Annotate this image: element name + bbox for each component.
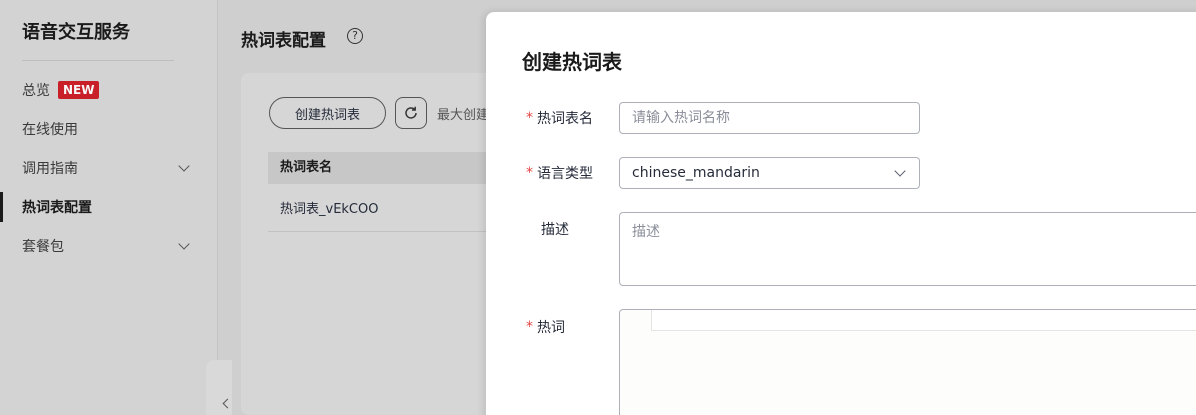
language-select-value: chinese_mandarin [632, 165, 760, 181]
chevron-down-icon [894, 165, 906, 177]
service-title: 语音交互服务 [22, 22, 130, 43]
required-mark: * [526, 165, 533, 181]
new-badge: NEW [58, 81, 100, 99]
words-label: * 热词 [526, 317, 565, 337]
description-textarea[interactable]: 描述 [619, 212, 1196, 286]
sidebar: 语音交互服务 总览 NEW 在线使用 调用指南 热词表配置 套餐包 [0, 0, 218, 415]
create-hotword-button[interactable]: 创建热词表 [269, 97, 386, 129]
sidebar-item-hotword-config[interactable]: 热词表配置 [22, 192, 218, 222]
required-mark: * [526, 319, 533, 335]
hotword-editor[interactable] [619, 309, 1196, 415]
chevron-down-icon [178, 160, 190, 172]
chevron-down-icon [178, 238, 190, 250]
name-label: * 热词表名 [526, 108, 593, 128]
help-icon[interactable]: ? [347, 28, 363, 44]
sidebar-item-guide[interactable]: 调用指南 [22, 153, 218, 183]
refresh-button[interactable] [395, 97, 427, 129]
lang-label-text: 语言类型 [537, 166, 593, 182]
table-header-name: 热词表名 [268, 152, 498, 184]
words-label-text: 热词 [537, 320, 565, 336]
sidebar-item-packages[interactable]: 套餐包 [22, 231, 218, 261]
sidebar-item-label: 总览 [22, 83, 50, 99]
language-select[interactable]: chinese_mandarin [619, 157, 920, 189]
sidebar-divider [22, 60, 174, 61]
active-indicator [0, 192, 3, 222]
sidebar-item-overview[interactable]: 总览 NEW [22, 75, 218, 105]
sidebar-item-label: 在线使用 [22, 122, 78, 138]
sidebar-item-online-use[interactable]: 在线使用 [22, 114, 218, 144]
hotword-name-input[interactable]: 请输入热词名称 [619, 102, 920, 134]
required-mark: * [526, 110, 533, 126]
max-create-hint: 最大创建 [437, 108, 487, 123]
sidebar-item-label: 调用指南 [22, 161, 78, 177]
table-row[interactable]: 热词表_vEkCOO [268, 192, 498, 232]
page-title: 热词表配置 [241, 31, 326, 51]
sidebar-item-label: 套餐包 [22, 239, 64, 255]
refresh-icon [405, 106, 417, 119]
editor-current-line [651, 310, 1196, 331]
name-label-text: 热词表名 [537, 111, 593, 127]
create-hotword-drawer: 创建热词表 * 热词表名 请输入热词名称 * 语言类型 chinese_mand… [486, 12, 1196, 415]
lang-label: * 语言类型 [526, 163, 593, 183]
sidebar-item-label: 热词表配置 [22, 200, 92, 216]
desc-label: 描述 [541, 222, 569, 238]
drawer-title: 创建热词表 [522, 50, 622, 74]
